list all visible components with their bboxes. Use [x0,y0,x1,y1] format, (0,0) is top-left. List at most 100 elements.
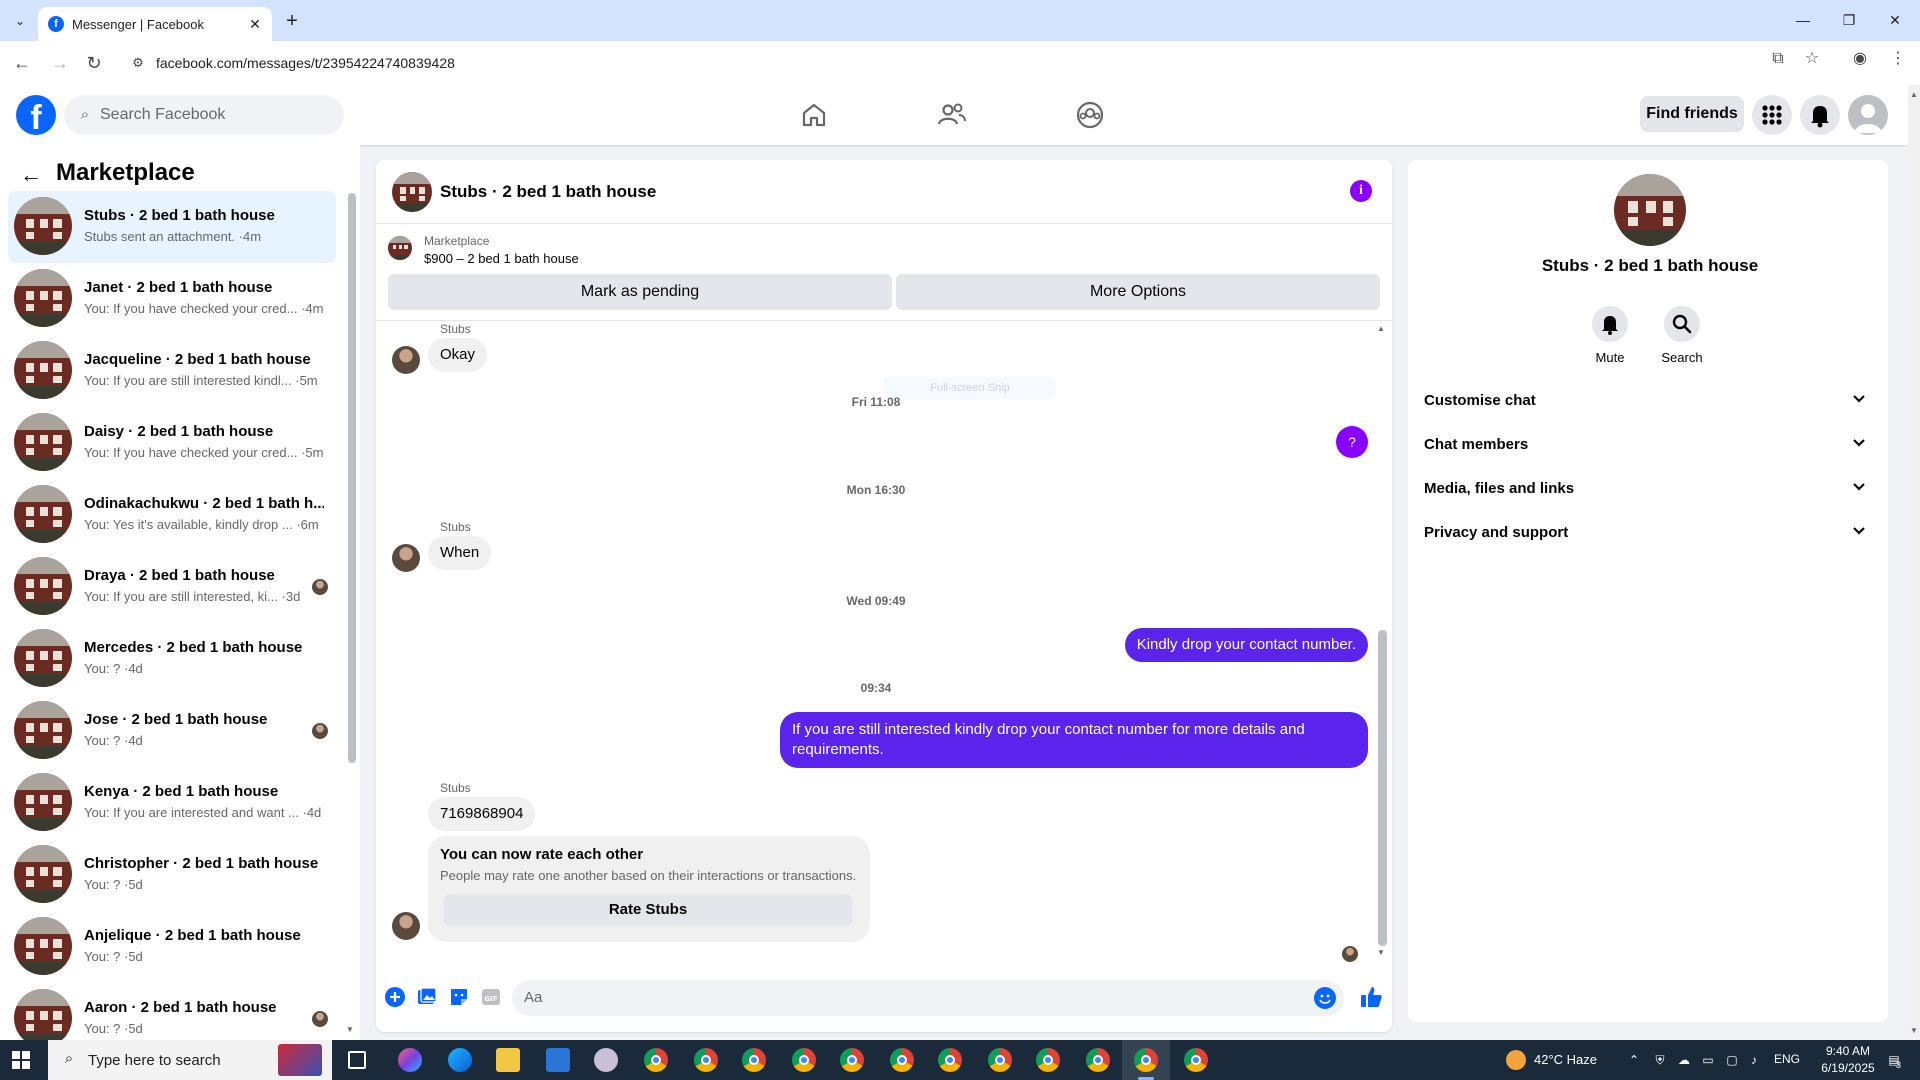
new-tab-button[interactable]: + [280,9,304,33]
page-scrollbar[interactable] [1908,85,1920,1040]
incoming-message[interactable]: When [428,536,492,570]
sidebar-scrollbar[interactable] [348,193,356,763]
like-icon[interactable] [1358,984,1384,1010]
weather-text[interactable]: 42°C Haze [1534,1052,1597,1067]
profile-icon[interactable]: ◉ [1850,49,1870,69]
message-input[interactable]: Aa [512,980,1344,1016]
url-field[interactable]: ⚙ facebook.com/messages/t/23954224740839… [124,46,1774,80]
outgoing-message[interactable]: Kindly drop your contact number. [1124,628,1368,662]
info-icon[interactable]: i [1350,180,1372,202]
chrome-icon[interactable] [890,1048,914,1072]
chevron-up-icon[interactable]: ⌃ [1626,1052,1642,1068]
more-options-button[interactable]: More Options [896,274,1380,310]
sender-avatar[interactable] [392,912,420,940]
chat-title[interactable]: Stubs · 2 bed 1 bath house [440,182,656,202]
weather-icon[interactable] [1506,1050,1526,1070]
close-window-button[interactable]: ✕ [1880,8,1910,32]
network-icon[interactable]: ▭ [1700,1052,1716,1068]
incoming-message[interactable]: 7169868904 [428,797,536,831]
conversation-item[interactable]: Jacqueline · 2 bed 1 bath house You: If y… [8,335,336,407]
conversation-item[interactable]: Odinakachukwu · 2 bed 1 bath h... You: Ye… [8,479,336,551]
task-view-icon[interactable] [348,1051,366,1069]
privacy-support-section[interactable]: Privacy and support [1424,514,1880,550]
groups-icon[interactable] [1072,97,1108,133]
photo-icon[interactable] [416,986,438,1008]
menu-grid-icon[interactable] [1752,95,1792,135]
install-app-icon[interactable]: ⧉ [1768,49,1788,69]
sticker-icon[interactable] [448,986,470,1008]
conversation-item[interactable]: Anjelique · 2 bed 1 bath house You: ? ·5d [8,911,336,983]
chrome-icon[interactable] [1036,1048,1060,1072]
notifications-icon[interactable] [1800,95,1840,135]
home-icon[interactable] [796,97,832,133]
volume-icon[interactable]: ♪ [1746,1052,1762,1068]
conversation-item[interactable]: Christopher · 2 bed 1 bath house You: ? ·… [8,839,336,911]
chrome-icon[interactable] [644,1048,668,1072]
chrome-icon[interactable] [938,1048,962,1072]
tab-search-icon[interactable]: ⌄ [8,10,32,32]
back-arrow-icon[interactable]: ← [20,163,44,187]
add-icon[interactable] [384,986,406,1008]
chrome-icon[interactable] [988,1048,1012,1072]
security-icon[interactable]: ⛨ [1652,1052,1668,1068]
conversation-item[interactable]: Jose · 2 bed 1 bath house You: ? ·4d [8,695,336,767]
scroll-down-icon[interactable]: ▼ [346,1025,354,1034]
chrome-icon[interactable] [1184,1048,1208,1072]
minimize-button[interactable]: — [1788,8,1818,32]
chat-members-section[interactable]: Chat members [1424,426,1880,462]
conversation-item[interactable]: Kenya · 2 bed 1 bath house You: If you ar… [8,767,336,839]
chrome-icon[interactable] [792,1048,816,1072]
scroll-up-icon[interactable]: ▲ [1377,324,1385,333]
chat-avatar[interactable] [392,172,432,212]
customise-chat-section[interactable]: Customise chat [1424,382,1880,418]
sender-avatar[interactable] [392,346,420,374]
outgoing-message[interactable]: ? [1336,426,1368,458]
search-conversation-button[interactable]: Search [1652,306,1712,365]
incoming-message[interactable]: Okay [428,338,488,372]
chrome-icon[interactable] [1086,1048,1110,1072]
tab-close-icon[interactable]: ✕ [246,15,264,33]
emoji-icon[interactable] [1314,987,1336,1009]
conversation-item[interactable]: Stubs · 2 bed 1 bath house Stubs sent an … [8,191,336,263]
friends-icon[interactable] [934,97,970,133]
clock-date[interactable]: 6/19/2025 [1818,1061,1878,1075]
chrome-icon[interactable] [694,1048,718,1072]
language-indicator[interactable]: ENG [1774,1052,1800,1066]
listing-thumbnail[interactable] [388,236,412,260]
windows-start-icon[interactable] [12,1051,30,1069]
gif-icon[interactable]: GIF [480,986,502,1008]
clock-time[interactable]: 9:40 AM [1818,1044,1878,1058]
scroll-down-icon[interactable]: ▼ [1910,1026,1918,1035]
find-friends-button[interactable]: Find friends [1640,96,1744,132]
conversation-item[interactable]: Draya · 2 bed 1 bath house You: If you ar… [8,551,336,623]
scroll-up-icon[interactable]: ▲ [1910,90,1918,99]
outgoing-message[interactable]: If you are still interested kindly drop … [780,712,1368,768]
listing-price[interactable]: $900 – 2 bed 1 bath house [424,251,579,266]
onedrive-icon[interactable]: ☁ [1676,1052,1692,1068]
chrome-icon[interactable] [840,1048,864,1072]
conversation-item[interactable]: Mercedes · 2 bed 1 bath house You: ? ·4d [8,623,336,695]
forward-icon[interactable]: → [48,51,72,75]
restore-button[interactable]: ❐ [1834,8,1864,32]
bookmark-star-icon[interactable]: ☆ [1802,49,1822,69]
account-icon[interactable] [1848,95,1888,135]
chrome-icon[interactable] [742,1048,766,1072]
display-icon[interactable]: ▢ [1724,1052,1740,1068]
copilot-icon[interactable] [398,1048,422,1072]
chat-scrollbar[interactable] [1378,630,1387,946]
mark-as-pending-button[interactable]: Mark as pending [388,274,892,310]
site-settings-icon[interactable]: ⚙ [130,55,146,71]
facebook-logo-icon[interactable]: f [16,95,56,137]
media-files-links-section[interactable]: Media, files and links [1424,470,1880,506]
profile-avatar[interactable] [1614,174,1686,246]
conversation-item[interactable]: Daisy · 2 bed 1 bath house You: If you ha… [8,407,336,479]
search-facebook-input[interactable]: ⌕ Search Facebook [64,95,344,135]
chrome-icon[interactable] [1134,1048,1158,1072]
sender-avatar[interactable] [392,544,420,572]
browser-tab[interactable]: f Messenger | Facebook ✕ [38,7,272,41]
conversation-item[interactable]: Janet · 2 bed 1 bath house You: If you ha… [8,263,336,335]
browser-menu-icon[interactable]: ⋮ [1888,49,1908,69]
edge-icon[interactable] [448,1048,472,1072]
app-icon[interactable] [594,1048,618,1072]
rate-stubs-button[interactable]: Rate Stubs [444,894,852,926]
